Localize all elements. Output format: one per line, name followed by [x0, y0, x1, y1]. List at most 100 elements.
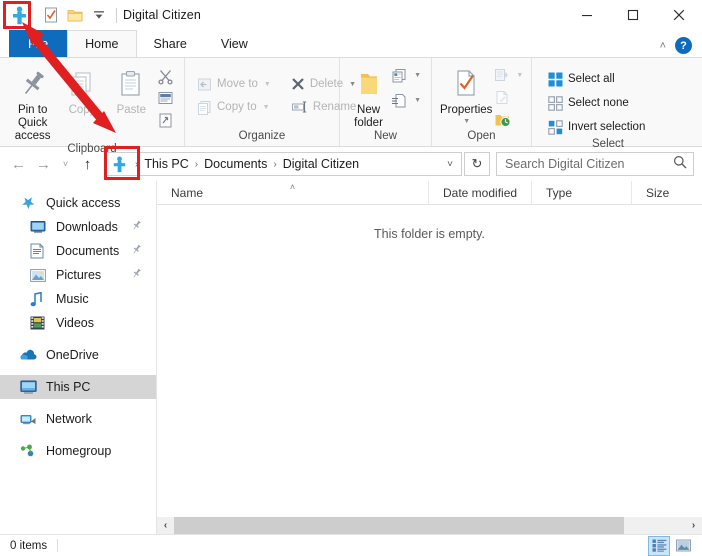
- column-header-label: Date modified: [443, 185, 518, 200]
- breadcrumb-digital-citizen[interactable]: Digital Citizen: [279, 157, 363, 171]
- easy-access-button[interactable]: ▼: [389, 91, 423, 110]
- select-all-button[interactable]: Select all: [544, 68, 649, 90]
- edit-button[interactable]: [492, 88, 525, 107]
- breadcrumb-separator[interactable]: ›: [133, 159, 140, 170]
- breadcrumb-dropdown-icon[interactable]: ˅: [439, 153, 461, 175]
- scissors-icon[interactable]: [156, 66, 176, 86]
- this-pc-monitor-icon: [20, 380, 40, 395]
- ribbon-tab-bar: File Home Share View ˄ ?: [0, 30, 702, 57]
- refresh-button[interactable]: ↻: [464, 152, 490, 176]
- paste-label: Paste: [116, 104, 147, 116]
- properties-icon[interactable]: [42, 6, 60, 24]
- easy-access-caret-icon[interactable]: ▼: [414, 97, 421, 104]
- properties-button[interactable]: Properties ▼: [440, 62, 492, 125]
- open-group-label: Open: [467, 130, 496, 142]
- title-bar: Digital Citizen: [0, 0, 702, 30]
- quick-access-star-icon: [20, 195, 40, 211]
- breadcrumb-separator[interactable]: ›: [271, 159, 278, 170]
- select-none-label: Select none: [568, 97, 629, 109]
- open-button[interactable]: ▼: [492, 66, 525, 85]
- minimize-button[interactable]: [564, 0, 610, 30]
- collapse-ribbon-button[interactable]: ˄: [660, 40, 666, 52]
- tab-view[interactable]: View: [203, 30, 265, 57]
- ribbon-group-open: Properties ▼ ▼ Open: [432, 58, 532, 146]
- sidebar-item-videos[interactable]: Videos: [0, 311, 156, 335]
- breadcrumb-this-pc[interactable]: This PC: [140, 157, 192, 171]
- move-to-button[interactable]: Move to ▼: [193, 73, 275, 95]
- pin-to-quick-access-label: Pin to Quick access: [14, 104, 51, 142]
- scroll-right-button[interactable]: ›: [685, 517, 702, 534]
- sidebar-item-this-pc[interactable]: This PC: [0, 375, 156, 399]
- column-header-name[interactable]: ˄ Name: [157, 180, 429, 205]
- paste-button[interactable]: Paste: [107, 62, 156, 117]
- pin-icon[interactable]: [131, 268, 142, 282]
- sidebar-label: Homegroup: [46, 444, 112, 458]
- scroll-left-button[interactable]: ‹: [157, 517, 174, 534]
- scrollbar-thumb[interactable]: [174, 517, 624, 534]
- history-button[interactable]: [492, 110, 525, 129]
- new-item-button[interactable]: ▼: [389, 66, 423, 85]
- sidebar-item-documents[interactable]: Documents: [0, 239, 156, 263]
- horizontal-scrollbar[interactable]: ‹ ›: [157, 517, 702, 534]
- copy-button[interactable]: Copy: [57, 62, 106, 117]
- tab-file[interactable]: File: [9, 30, 68, 57]
- breadcrumb-documents[interactable]: Documents: [200, 157, 271, 171]
- column-header-date-modified[interactable]: Date modified: [429, 180, 532, 205]
- search-box[interactable]: [496, 152, 694, 176]
- sidebar-label: OneDrive: [46, 348, 99, 362]
- new-item-caret-icon[interactable]: ▼: [414, 72, 421, 79]
- copy-label: Copy: [68, 104, 96, 116]
- sidebar-item-onedrive[interactable]: OneDrive: [0, 343, 156, 367]
- select-none-button[interactable]: Select none: [544, 92, 649, 114]
- open-mini-buttons: ▼: [492, 62, 525, 129]
- tab-share[interactable]: Share: [136, 30, 204, 57]
- maximize-button[interactable]: [610, 0, 656, 30]
- invert-selection-label: Invert selection: [568, 121, 646, 133]
- sidebar-label: Music: [56, 292, 89, 306]
- properties-label: Properties: [440, 104, 493, 116]
- new-folder-icon[interactable]: [66, 6, 84, 24]
- sidebar-item-quick-access[interactable]: Quick access: [0, 191, 156, 215]
- select-group-body: Select all Select none Invert selection: [532, 62, 702, 138]
- open-caret-icon[interactable]: ▼: [516, 72, 523, 79]
- close-button[interactable]: [656, 0, 702, 30]
- help-button[interactable]: ?: [675, 37, 692, 54]
- titlebar-divider: [116, 7, 117, 23]
- copy-to-caret-icon[interactable]: ▼: [263, 104, 270, 111]
- customize-qat-icon[interactable]: [90, 6, 108, 24]
- details-view-button[interactable]: [648, 535, 670, 556]
- sidebar-item-music[interactable]: Music: [0, 287, 156, 311]
- search-input[interactable]: [505, 157, 673, 171]
- paste-shortcut-icon[interactable]: [156, 110, 176, 130]
- properties-caret-icon[interactable]: ▼: [463, 118, 470, 125]
- sidebar-item-network[interactable]: Network: [0, 407, 156, 431]
- column-header-type[interactable]: Type: [532, 180, 632, 205]
- delete-label: Delete: [309, 78, 344, 90]
- file-list[interactable]: This folder is empty.: [157, 205, 702, 517]
- sidebar-item-pictures[interactable]: Pictures: [0, 263, 156, 287]
- copy-to-button[interactable]: Copy to ▼: [193, 96, 275, 118]
- sidebar-item-downloads[interactable]: Downloads: [0, 215, 156, 239]
- breadcrumb-separator[interactable]: ›: [193, 159, 200, 170]
- move-to-label: Move to: [217, 78, 258, 90]
- pin-to-quick-access-button[interactable]: Pin to Quick access: [8, 62, 57, 143]
- file-list-pane: ˄ Name Date modified Type Size This fold…: [157, 180, 702, 534]
- pin-icon[interactable]: [131, 244, 142, 258]
- search-icon[interactable]: [673, 155, 687, 174]
- large-icons-view-button[interactable]: [672, 536, 694, 556]
- window-title: Digital Citizen: [123, 8, 201, 22]
- file-explorer-window: Digital Citizen File Home Share View ˄ ?: [0, 0, 702, 556]
- invert-selection-button[interactable]: Invert selection: [544, 116, 649, 138]
- scrollbar-track[interactable]: [174, 517, 685, 534]
- tab-home[interactable]: Home: [67, 30, 137, 57]
- videos-icon: [30, 316, 50, 330]
- move-to-caret-icon[interactable]: ▼: [264, 81, 271, 88]
- sort-ascending-icon: ˄: [289, 181, 296, 192]
- copy-path-icon[interactable]: [156, 88, 176, 108]
- sidebar-item-homegroup[interactable]: Homegroup: [0, 439, 156, 463]
- new-folder-button[interactable]: New folder: [348, 62, 389, 130]
- pin-icon[interactable]: [131, 220, 142, 234]
- column-header-size[interactable]: Size: [632, 181, 692, 205]
- blue-cross-icon[interactable]: [6, 3, 32, 27]
